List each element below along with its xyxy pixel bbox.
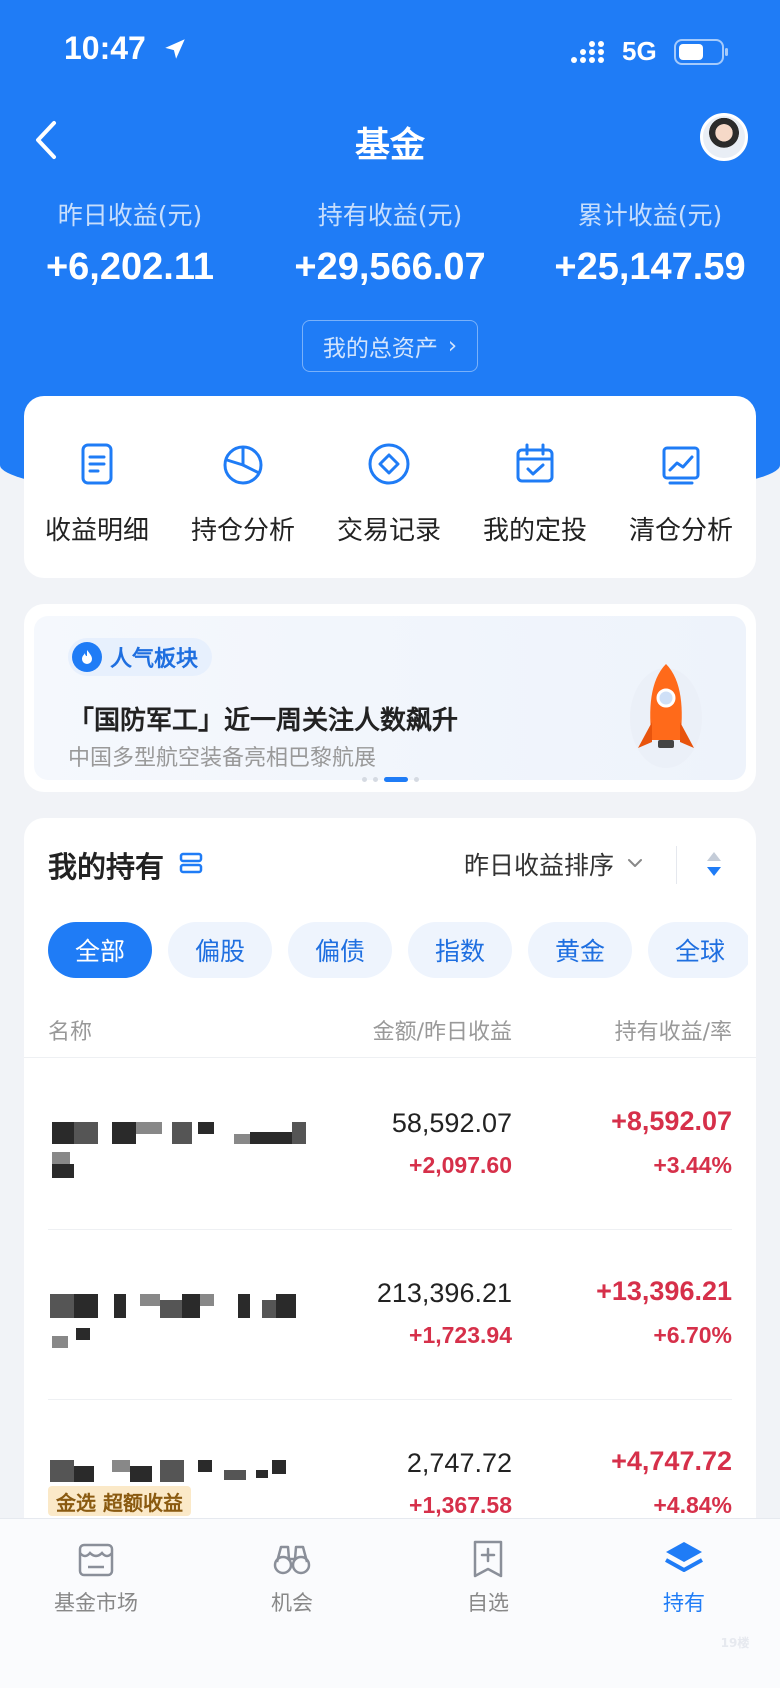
holding-row[interactable]: 58,592.07 +2,097.60 +8,592.07 +3.44% [24,1060,756,1230]
document-icon [81,443,113,485]
stat-value: +6,202.11 [45,246,214,288]
tab-label: 机会 [271,1591,313,1615]
tool-label: 交易记录 [336,516,441,546]
chevron-down-icon[interactable] [626,856,644,870]
banner-title: 「国防军工」近一周关注人数飙升 [68,706,459,736]
tab-label: 基金市场 [54,1591,138,1615]
holding-profit: +13,396.21 [596,1276,732,1306]
location-arrow-icon [165,39,185,59]
tab-fund-market[interactable]: 基金市场 [16,1537,176,1617]
store-icon [78,1543,114,1577]
tab-watchlist[interactable]: 自选 [408,1537,568,1617]
chip-all[interactable]: 全部 [48,922,152,978]
fund-name-redacted [48,1274,318,1364]
tool-income-detail[interactable]: 收益明细 [24,440,170,547]
stat-label: 累计收益(元) [577,201,723,230]
holding-profit-rate: +6.70% [653,1322,732,1348]
bookmark-add-icon [473,1540,503,1578]
stat-label: 昨日收益(元) [57,201,203,230]
column-amount: 金额/昨日收益 [372,1020,512,1045]
tool-label: 持仓分析 [190,516,295,546]
carousel-dot[interactable] [372,777,378,782]
category-chips: 全部 偏股 偏债 指数 黄金 全球 [48,922,748,978]
holding-profit: +4,747.72 [611,1446,732,1476]
nav-bar: 基金 [0,105,780,175]
tab-label: 自选 [467,1591,509,1615]
holding-daily-profit: +1,367.58 [409,1492,512,1518]
status-time: 10:47 [64,30,146,66]
network-type: 5G [622,36,657,66]
tool-my-sip[interactable]: 我的定投 [462,440,608,547]
trend-chart-icon [662,446,700,485]
pie-chart-icon [223,445,263,485]
holding-daily-profit: +2,097.60 [409,1152,512,1178]
tab-label: 持有 [663,1591,705,1615]
carousel-dot[interactable] [361,777,367,782]
rocket-icon [630,664,702,768]
holding-row[interactable]: 213,396.21 +1,723.94 +13,396.21 +6.70% [24,1230,756,1400]
tab-holdings[interactable]: 持有 [604,1537,764,1617]
tools-card: 收益明细 持仓分析 交易记录 我的定投 清仓分析 [24,396,756,578]
promo-banner[interactable]: 人气板块 「国防军工」近一周关注人数飙升 中国多型航空装备亮相巴黎航展 [24,604,756,792]
chip-bond[interactable]: 偏债 [288,922,392,978]
tool-label: 我的定投 [482,516,587,546]
stat-value: +25,147.59 [554,246,746,288]
view-toggle-icon[interactable] [178,850,204,876]
banner-slide[interactable]: 人气板块 「国防军工」近一周关注人数飙升 中国多型航空装备亮相巴黎航展 [34,616,746,780]
stat-value: +29,566.07 [294,246,486,288]
stat-yesterday[interactable]: 昨日收益(元) +6,202.11 [30,196,230,289]
stat-holding[interactable]: 持有收益(元) +29,566.07 [280,196,500,289]
bottom-tab-bar: 基金市场 机会 自选 持有 19楼 [0,1518,780,1688]
sort-order-icon[interactable] [704,848,724,880]
stat-label: 持有收益(元) [317,201,463,230]
column-header: 名称 金额/昨日收益 持有收益/率 [24,1014,756,1058]
tool-clearance-analysis[interactable]: 清仓分析 [608,440,754,547]
banner-tag: 人气板块 [68,638,213,676]
banner-tag-label: 人气板块 [110,647,199,672]
holding-amount: 213,396.21 [376,1278,512,1308]
stat-cumulative[interactable]: 累计收益(元) +25,147.59 [540,196,760,289]
carousel-dot[interactable] [413,777,419,782]
site-watermark: 19楼 [720,1636,750,1650]
tool-position-analysis[interactable]: 持仓分析 [170,440,316,547]
carousel-dots [24,777,756,782]
fund-name-redacted [48,1104,318,1194]
layers-icon [665,1542,703,1572]
tool-transaction-record[interactable]: 交易记录 [316,440,462,547]
holdings-card: 我的持有 昨日收益排序 全部 偏股 偏债 指数 黄金 全球 名称 金额/昨日收益… [24,818,756,1538]
chip-index[interactable]: 指数 [408,922,512,978]
tool-label: 清仓分析 [628,516,733,546]
flame-icon [72,642,102,672]
holding-profit-rate: +3.44% [653,1152,732,1178]
chip-global[interactable]: 全球 [648,922,748,978]
binoculars-icon [273,1545,311,1575]
sort-dropdown[interactable]: 昨日收益排序 [464,846,614,882]
status-bar: 10:47 5G [0,0,780,100]
holding-amount: 58,592.07 [391,1108,512,1138]
page-title: 基金 [354,126,425,166]
divider [676,846,677,884]
chip-gold[interactable]: 黄金 [528,922,632,978]
tool-label: 收益明细 [44,516,149,546]
holding-daily-profit: +1,723.94 [409,1322,512,1348]
holdings-title: 我的持有 [48,850,165,884]
holding-amount: 2,747.72 [406,1448,512,1478]
diamond-circle-icon [368,443,410,485]
total-assets-button[interactable]: 我的总资产 › [302,320,478,372]
calendar-check-icon [516,443,554,483]
carousel-dot-active[interactable] [383,777,408,782]
banner-subtitle: 中国多型航空装备亮相巴黎航展 [68,746,377,771]
battery-icon [674,39,728,65]
signal-icon [571,41,604,63]
total-assets-label: 我的总资产 [322,336,438,362]
avatar[interactable] [700,113,748,161]
holding-profit-rate: +4.84% [653,1492,732,1518]
column-profit: 持有收益/率 [614,1020,732,1045]
column-name: 名称 [48,1020,93,1045]
tab-opportunity[interactable]: 机会 [212,1537,372,1617]
chevron-right-icon: › [447,333,458,359]
chip-equity[interactable]: 偏股 [168,922,272,978]
premium-badge: 金选 超额收益 [48,1486,191,1516]
holding-profit: +8,592.07 [611,1106,732,1136]
